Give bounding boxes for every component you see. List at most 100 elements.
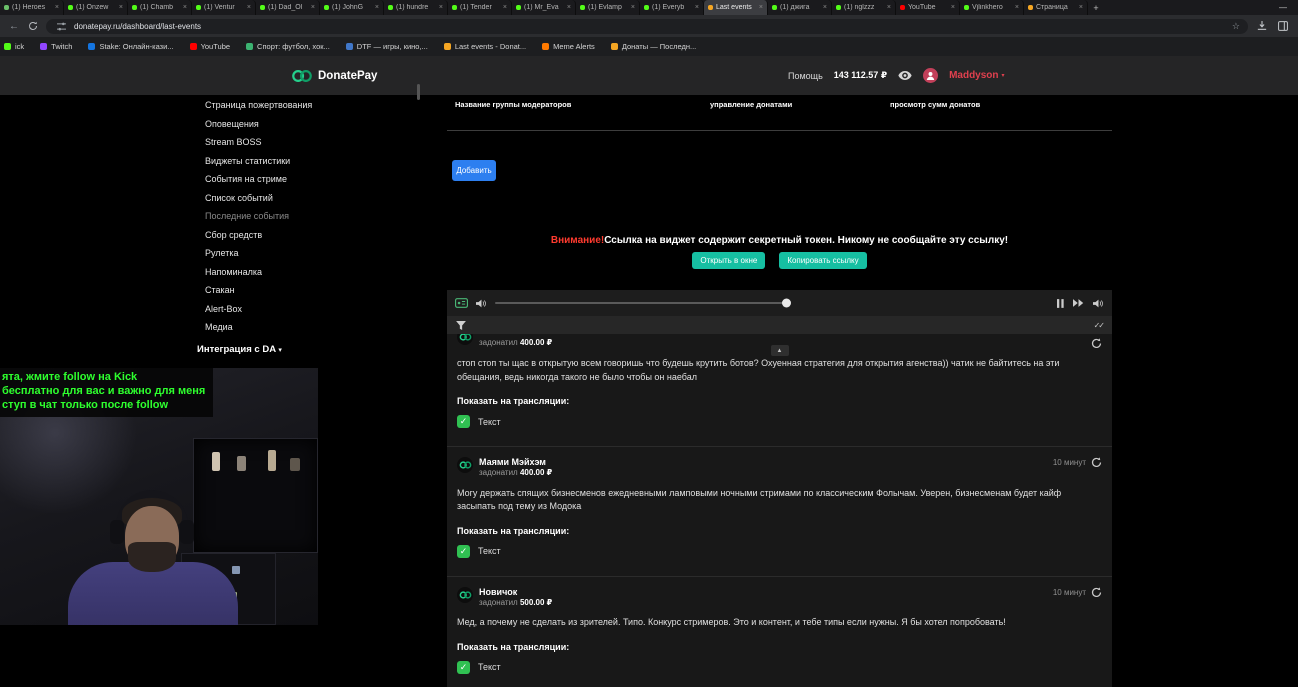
sidebar-item[interactable]: Страница пожертвования xyxy=(205,96,355,115)
filter-icon[interactable] xyxy=(456,320,466,330)
browser-tab[interactable]: (1) Chamb × xyxy=(128,0,192,15)
sidebar-integration-link[interactable]: Интеграция с DA ▾ xyxy=(197,344,282,355)
sidebar-item[interactable]: Стакан xyxy=(205,281,355,300)
browser-tab[interactable]: Vjlinkhero × xyxy=(960,0,1024,15)
browser-tab[interactable]: (1) Tender × xyxy=(448,0,512,15)
bookmark-item[interactable]: Meme Alerts xyxy=(542,42,595,51)
sidebar-item[interactable]: Оповещения xyxy=(205,115,355,134)
sidebar-item[interactable]: Stream BOSS xyxy=(205,133,355,152)
sidebar-item[interactable]: События на стриме xyxy=(205,170,355,189)
tab-close-icon[interactable]: × xyxy=(247,4,251,11)
volume-icon[interactable] xyxy=(1093,299,1104,308)
sidebar-item[interactable]: Медиа xyxy=(205,318,355,337)
eye-icon[interactable] xyxy=(898,71,912,80)
checkbox-checked-icon[interactable]: ✓ xyxy=(457,415,470,428)
tab-close-icon[interactable]: × xyxy=(1015,4,1019,11)
tab-close-icon[interactable]: × xyxy=(119,4,123,11)
back-icon[interactable]: ← xyxy=(8,21,20,32)
resend-icon[interactable] xyxy=(1091,457,1102,468)
browser-tab[interactable]: Страница × xyxy=(1024,0,1088,15)
tab-close-icon[interactable]: × xyxy=(951,4,955,11)
bookmark-item[interactable]: Stake: Онлайн-кази... xyxy=(88,42,174,51)
browser-tab[interactable]: (1) hundre × xyxy=(384,0,448,15)
tab-close-icon[interactable]: × xyxy=(311,4,315,11)
bookmark-item[interactable]: Спорт: футбол, хок... xyxy=(246,42,330,51)
user-menu[interactable]: Maddyson ▾ xyxy=(949,70,1004,81)
download-icon[interactable] xyxy=(1255,21,1269,31)
tab-close-icon[interactable]: × xyxy=(55,4,59,11)
donatepay-logo[interactable]: DonatePay xyxy=(291,56,377,95)
browser-tab[interactable]: (1) джига × xyxy=(768,0,832,15)
text-toggle[interactable]: ✓ Текст xyxy=(457,415,1102,428)
pause-icon[interactable] xyxy=(1057,298,1064,308)
sidebar-item[interactable]: Alert-Box xyxy=(205,300,355,319)
bookmark-item[interactable]: YouTube xyxy=(189,42,231,51)
browser-tab[interactable]: YouTube × xyxy=(896,0,960,15)
playback-controls xyxy=(1057,298,1104,308)
browser-tab[interactable]: (1) nglzzz × xyxy=(832,0,896,15)
volume-icon[interactable] xyxy=(476,299,487,308)
browser-tab[interactable]: (1) Ventur × xyxy=(192,0,256,15)
sidebar-item[interactable]: Последние события xyxy=(205,207,355,226)
resend-icon[interactable] xyxy=(1091,587,1102,598)
skip-forward-icon[interactable] xyxy=(1073,299,1084,307)
side-panel-icon[interactable] xyxy=(1276,21,1290,31)
mark-all-read-icon[interactable]: ✓✓ xyxy=(1094,321,1105,330)
checkbox-checked-icon[interactable]: ✓ xyxy=(457,544,470,558)
browser-tab[interactable]: (1) Onzew × xyxy=(64,0,128,15)
site-settings-icon[interactable] xyxy=(54,22,68,31)
open-in-window-button[interactable]: Открыть в окне xyxy=(692,252,766,269)
browser-tab[interactable]: (1) Everyb × xyxy=(640,0,704,15)
sidebar-item[interactable]: Виджеты статистики xyxy=(205,152,355,171)
bookmark-star-icon[interactable]: ☆ xyxy=(1232,21,1240,32)
text-toggle[interactable]: ✓ Текст xyxy=(457,544,1102,558)
reload-icon[interactable] xyxy=(27,21,39,31)
user-avatar[interactable] xyxy=(923,68,939,83)
browser-tab[interactable]: (1) Heroes × xyxy=(0,0,64,15)
bookmark-item[interactable]: Twitch xyxy=(40,42,72,51)
tab-close-icon[interactable]: × xyxy=(759,4,763,11)
tab-close-icon[interactable]: × xyxy=(439,4,443,11)
text-toggle[interactable]: ✓ Текст xyxy=(457,660,1102,674)
sidebar-scrollbar[interactable] xyxy=(417,84,420,100)
bookmark-item[interactable]: Донаты — Последн... xyxy=(610,42,696,51)
window-minimize-button[interactable]: — xyxy=(1268,0,1298,15)
bookmark-item[interactable]: ick xyxy=(4,42,24,51)
tab-close-icon[interactable]: × xyxy=(567,4,571,11)
tab-close-icon[interactable]: × xyxy=(503,4,507,11)
bookmark-item[interactable]: Last events - Donat... xyxy=(443,42,526,51)
stream-widget-icon[interactable] xyxy=(455,298,468,308)
browser-tab[interactable]: (1) Mr_Eva × xyxy=(512,0,576,15)
tab-close-icon[interactable]: × xyxy=(695,4,699,11)
browser-tab[interactable]: (1) JohnG × xyxy=(320,0,384,15)
new-tab-button[interactable]: + xyxy=(1088,0,1104,15)
bookmark-label: YouTube xyxy=(200,42,231,51)
scroll-up-button[interactable]: ▲ xyxy=(770,345,789,356)
streamer-person xyxy=(40,488,270,625)
sidebar-item[interactable]: Напоминалка xyxy=(205,263,355,282)
tab-close-icon[interactable]: × xyxy=(631,4,635,11)
add-button[interactable]: Добавить xyxy=(452,160,496,181)
tab-title: (1) джига xyxy=(780,4,810,11)
sidebar-item[interactable]: Рулетка xyxy=(205,244,355,263)
tab-close-icon[interactable]: × xyxy=(823,4,827,11)
sidebar-item[interactable]: Список событий xyxy=(205,189,355,208)
volume-slider[interactable] xyxy=(495,290,791,316)
column-header: просмотр сумм донатов xyxy=(890,100,981,109)
checkbox-checked-icon[interactable]: ✓ xyxy=(457,660,470,674)
slider-knob[interactable] xyxy=(782,298,791,308)
copy-link-button[interactable]: Копировать ссылку xyxy=(779,252,867,269)
tab-close-icon[interactable]: × xyxy=(183,4,187,11)
bookmark-favicon xyxy=(246,43,254,50)
browser-tab[interactable]: (1) Evlamp × xyxy=(576,0,640,15)
help-link[interactable]: Помощь xyxy=(788,71,823,81)
tab-close-icon[interactable]: × xyxy=(1079,4,1083,11)
browser-tab[interactable]: (1) Dad_Ol × xyxy=(256,0,320,15)
url-field[interactable]: donatepay.ru/dashboard/last-events ☆ xyxy=(46,18,1248,34)
tab-close-icon[interactable]: × xyxy=(887,4,891,11)
bookmark-item[interactable]: DTF — игры, кино,... xyxy=(345,42,428,51)
resend-icon[interactable] xyxy=(1091,338,1102,349)
browser-tab[interactable]: Last events × xyxy=(704,0,768,15)
sidebar-item[interactable]: Сбор средств xyxy=(205,226,355,245)
tab-close-icon[interactable]: × xyxy=(375,4,379,11)
